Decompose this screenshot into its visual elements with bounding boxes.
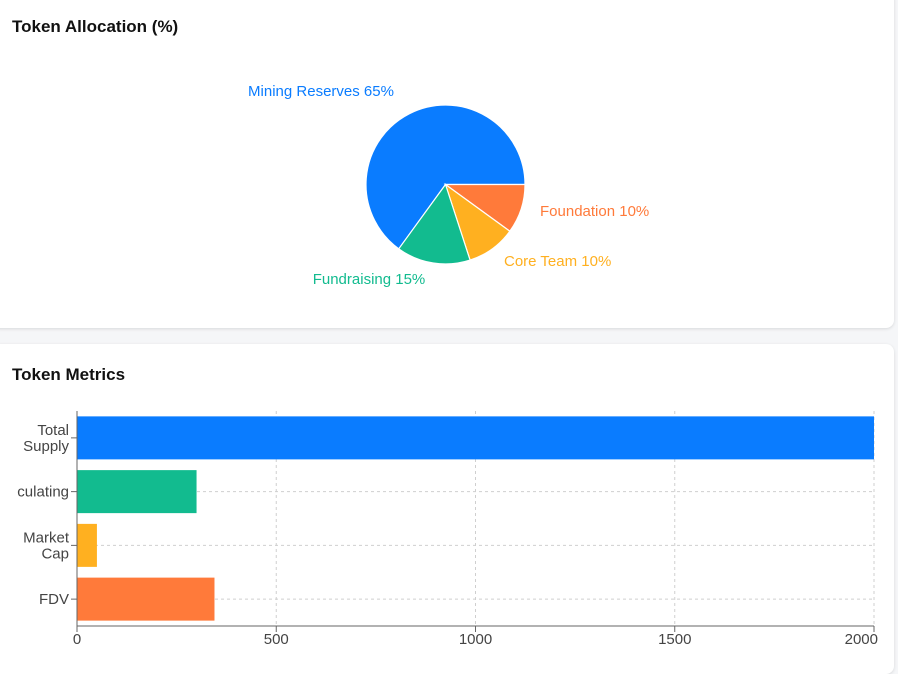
y-tick-label-market-cap: Market Cap [23,529,70,562]
bar-fdv [77,577,215,621]
y-tick-label-culating: culating [17,484,69,501]
bar-market-cap [77,523,97,567]
x-tick-label: 0 [73,631,81,648]
pie-label-fundraising: Fundraising 15% [313,271,426,288]
bar-culating [77,470,197,514]
metrics-title: Token Metrics [12,365,126,384]
x-tick-label: 1500 [658,631,691,648]
bar-total-supply [77,416,874,460]
pie-label-mining-reserves: Mining Reserves 65% [248,83,394,100]
metrics-bar-chart: Total Supply culating Market Cap FDV 0 500 1000 1… [17,411,878,648]
allocation-pie-chart: Mining Reserves 65% Foundation 10% Core Te… [248,83,649,288]
x-tick-label: 1000 [459,631,492,648]
y-tick-label-fdv: FDV [39,591,69,608]
x-tick-label: 2000 [845,631,878,648]
pie-label-foundation: Foundation 10% [540,203,649,220]
y-tick-label-total-supply: Total Supply [23,422,69,455]
pie-label-core-team: Core Team 10% [504,253,611,270]
x-tick-label: 500 [264,631,289,648]
